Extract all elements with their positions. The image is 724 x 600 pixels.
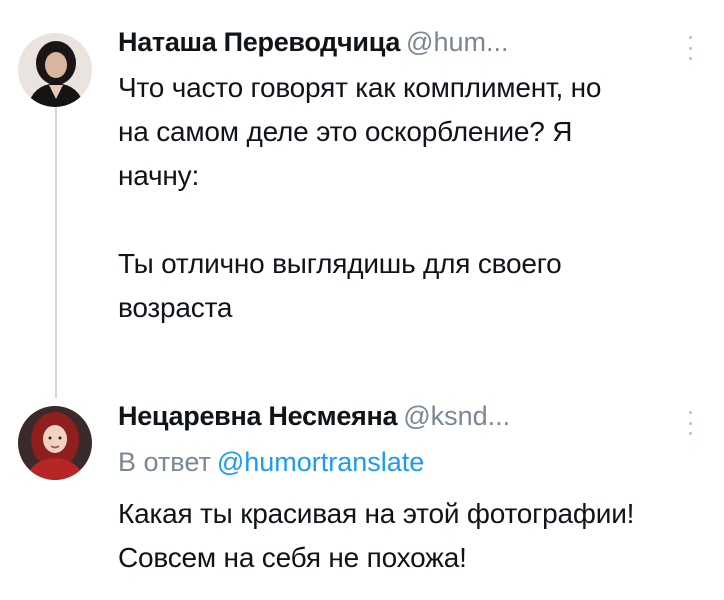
author-handle[interactable]: @ksnd...	[403, 401, 510, 431]
tweet-text-line: Совсем на себя не похожа!	[118, 542, 467, 573]
author-handle[interactable]: @hum...	[406, 27, 508, 57]
tweet-original[interactable]: Наташа Переводчица @hum... Что часто гово…	[0, 0, 724, 360]
tweet-text-line: Какая ты красивая на этой фотографии!	[118, 498, 635, 529]
tweet-text-line: Ты отлично выглядишь для своего	[118, 248, 562, 279]
reply-to-line: В ответ @humortranslate	[118, 446, 424, 478]
vertical-ellipsis-icon[interactable]	[687, 36, 693, 60]
avatar[interactable]	[18, 406, 92, 480]
author-name[interactable]: Наташа Переводчица	[118, 27, 400, 57]
reply-prefix: В ответ	[118, 447, 211, 477]
tweet-text-line: возраста	[118, 292, 233, 323]
tweet-header: Нецаревна Несмеяна @ksnd...	[118, 400, 510, 432]
avatar[interactable]	[18, 33, 92, 107]
tweet-text-line: Что часто говорят как комплимент, но	[118, 72, 602, 103]
tweet-text-line: на самом деле это оскорбление? Я	[118, 116, 573, 147]
woman-dark-hair-avatar-icon	[18, 33, 92, 107]
woman-red-hair-avatar-icon	[18, 406, 92, 480]
tweet-header: Наташа Переводчица @hum...	[118, 26, 508, 58]
author-name[interactable]: Нецаревна Несмеяна	[118, 401, 398, 431]
reply-to-handle-link[interactable]: @humortranslate	[217, 447, 425, 477]
tweet-text: Какая ты красивая на этой фотографии! Со…	[118, 492, 718, 580]
vertical-ellipsis-icon[interactable]	[687, 411, 693, 435]
tweet-text: Что часто говорят как комплимент, но на …	[118, 66, 718, 330]
tweet-text-line: начну:	[118, 160, 200, 191]
